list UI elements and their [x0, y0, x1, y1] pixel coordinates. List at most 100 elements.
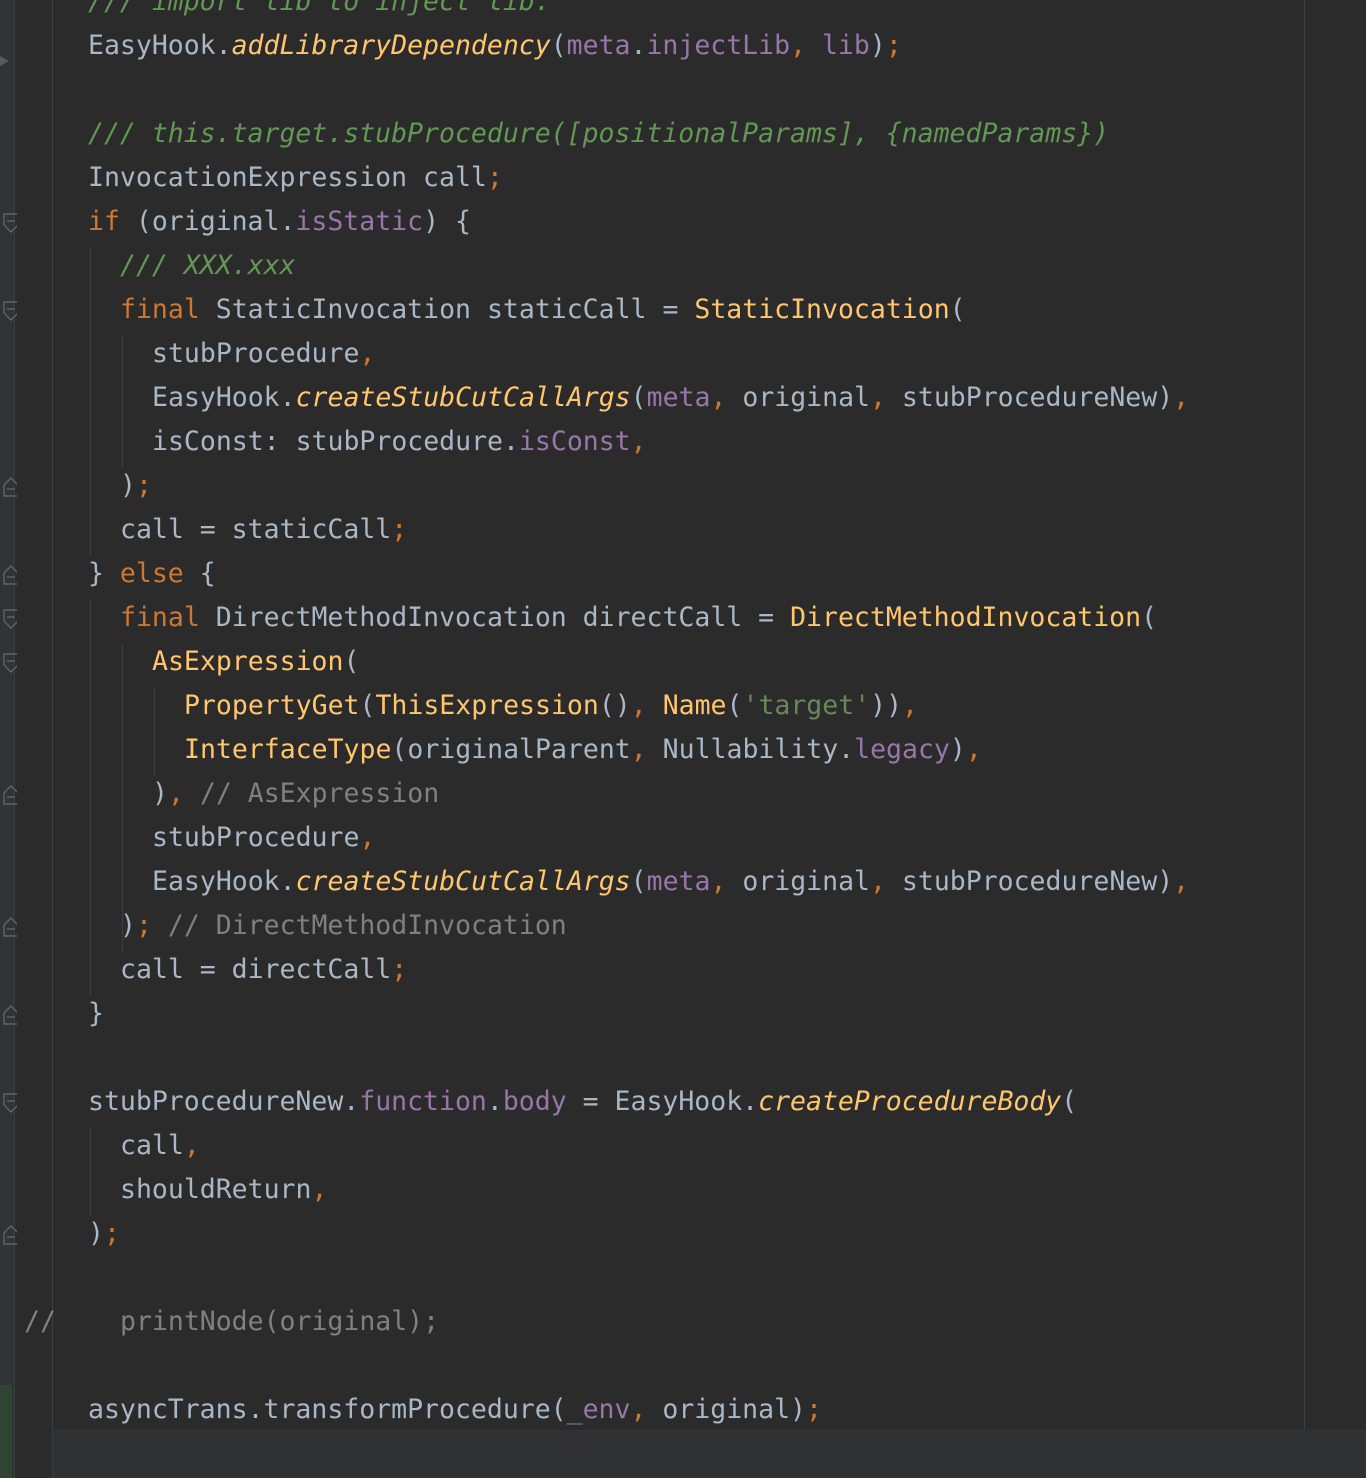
indent-guide — [90, 600, 91, 996]
code-editor[interactable]: /// import lib to inject lib. EasyHook.ad… — [0, 0, 1366, 1478]
code-token: stubProcedureNew) — [901, 382, 1174, 413]
code-line[interactable]: printNode(original); — [120, 1300, 439, 1344]
code-token: DirectMethodInvocation — [790, 602, 1142, 633]
fold-open-icon[interactable] — [3, 652, 17, 673]
code-token: } — [88, 558, 120, 589]
code-token: call — [120, 1130, 184, 1161]
code-token: ( — [726, 690, 743, 721]
code-line[interactable]: AsExpression( — [152, 640, 359, 684]
code-token: original — [742, 382, 870, 413]
code-line[interactable]: ); — [88, 1212, 120, 1256]
fold-open-icon[interactable] — [3, 1092, 17, 1113]
indent-guide — [154, 688, 155, 776]
code-token: shouldReturn — [120, 1174, 312, 1205]
code-line[interactable]: /// XXX.xxx — [120, 244, 296, 288]
fold-close-icon[interactable] — [3, 916, 17, 937]
code-token: createProcedureBody — [758, 1086, 1062, 1117]
fold-close-icon[interactable] — [3, 784, 17, 805]
code-token: original — [742, 866, 870, 897]
fold-open-icon[interactable] — [3, 608, 17, 629]
code-line[interactable]: call = staticCall; — [120, 508, 407, 552]
code-token: ) — [949, 734, 966, 765]
code-token: meta — [646, 382, 711, 413]
code-line[interactable]: ), // AsExpression — [152, 772, 439, 816]
code-token: ) — [120, 470, 136, 501]
code-line[interactable]: shouldReturn, — [120, 1168, 327, 1212]
code-token: )) — [870, 690, 903, 721]
code-line[interactable]: final StaticInvocation staticCall = Stat… — [120, 288, 966, 332]
code-token: . — [630, 30, 647, 61]
code-token: ) — [88, 1218, 104, 1249]
code-token: ; — [391, 514, 408, 545]
code-line[interactable]: InterfaceType(originalParent, Nullabilit… — [184, 728, 982, 772]
code-token: ; — [135, 910, 168, 941]
code-line[interactable]: if (original.isStatic) { — [88, 200, 471, 244]
code-token: stubProcedureNew) — [901, 866, 1174, 897]
code-line[interactable]: EasyHook.createStubCutCallArgs(meta, ori… — [152, 860, 1189, 904]
code-token: , — [870, 382, 902, 413]
code-token: StaticInvocation — [694, 294, 950, 325]
code-token: ( — [1061, 1086, 1078, 1117]
fold-close-icon[interactable] — [3, 564, 17, 585]
code-line[interactable]: PropertyGet(ThisExpression(), Name('targ… — [184, 684, 918, 728]
code-line[interactable]: /// import lib to inject lib. — [88, 0, 551, 24]
code-token: injectLib — [646, 30, 791, 61]
code-line[interactable]: } — [88, 992, 104, 1036]
fold-open-icon[interactable] — [3, 212, 17, 233]
code-token: , — [710, 866, 743, 897]
code-token: isStatic — [295, 206, 424, 237]
code-token: lib — [821, 30, 870, 61]
indent-guide — [90, 248, 91, 556]
code-token: // DirectMethodInvocation — [167, 910, 567, 941]
line-comment-prefix: // — [24, 1306, 56, 1337]
code-token: else — [119, 558, 200, 589]
code-token: legacy — [854, 734, 950, 765]
code-token: , — [902, 690, 919, 721]
fold-close-icon[interactable] — [3, 1004, 17, 1025]
code-line[interactable]: stubProcedure, — [152, 816, 375, 860]
code-line[interactable]: final DirectMethodInvocation directCall … — [120, 596, 1157, 640]
code-token: createStubCutCallArgs — [295, 866, 631, 897]
code-token: ) { — [423, 206, 471, 237]
code-token: printNode(original); — [120, 1306, 440, 1337]
code-token: ( — [359, 690, 376, 721]
fold-close-icon[interactable] — [3, 1224, 17, 1245]
code-line[interactable]: ); // DirectMethodInvocation — [120, 904, 567, 948]
code-token: // AsExpression — [199, 778, 440, 809]
code-line[interactable]: InvocationExpression call; — [88, 156, 503, 200]
code-line[interactable]: ); — [120, 464, 152, 508]
fold-close-icon[interactable] — [3, 476, 17, 497]
code-token: stubProcedureNew. — [88, 1086, 360, 1117]
code-token: StaticInvocation staticCall = — [215, 294, 695, 325]
code-line[interactable]: call, — [120, 1124, 200, 1168]
code-token: Name — [662, 690, 727, 721]
code-token: isConst — [518, 426, 631, 457]
code-token: , — [630, 1394, 663, 1425]
code-line[interactable]: } else { — [88, 552, 216, 596]
code-line[interactable]: /// this.target.stubProcedure([positiona… — [88, 112, 1109, 156]
code-line[interactable]: asyncTrans.transformProcedure(_env, orig… — [88, 1388, 822, 1432]
code-line[interactable]: EasyHook.addLibraryDependency(meta.injec… — [88, 24, 902, 68]
code-token: { — [199, 558, 216, 589]
indent-guide — [90, 1128, 91, 1216]
code-line[interactable]: stubProcedureNew.function.body = EasyHoo… — [88, 1080, 1077, 1124]
code-token: ( — [550, 30, 567, 61]
code-token: ; — [103, 1218, 120, 1249]
code-token: ( — [343, 646, 360, 677]
fold-open-icon[interactable] — [3, 300, 17, 321]
code-token: createStubCutCallArgs — [295, 382, 631, 413]
code-token: meta — [646, 866, 711, 897]
code-token: ThisExpression — [375, 690, 599, 721]
code-token: DirectMethodInvocation directCall = — [215, 602, 791, 633]
code-token: } — [88, 998, 104, 1029]
code-line[interactable]: call = directCall; — [120, 948, 407, 992]
code-line[interactable]: stubProcedure, — [152, 332, 375, 376]
code-token: EasyHook. — [88, 30, 232, 61]
code-line[interactable]: isConst: stubProcedure.isConst, — [152, 420, 647, 464]
code-token: , — [359, 822, 376, 853]
code-token: function — [359, 1086, 487, 1117]
code-line[interactable]: EasyHook.createStubCutCallArgs(meta, ori… — [152, 376, 1189, 420]
code-token: (original. — [135, 206, 296, 237]
code-token: /// XXX.xxx — [120, 250, 296, 281]
code-token: (originalParent — [391, 734, 631, 765]
